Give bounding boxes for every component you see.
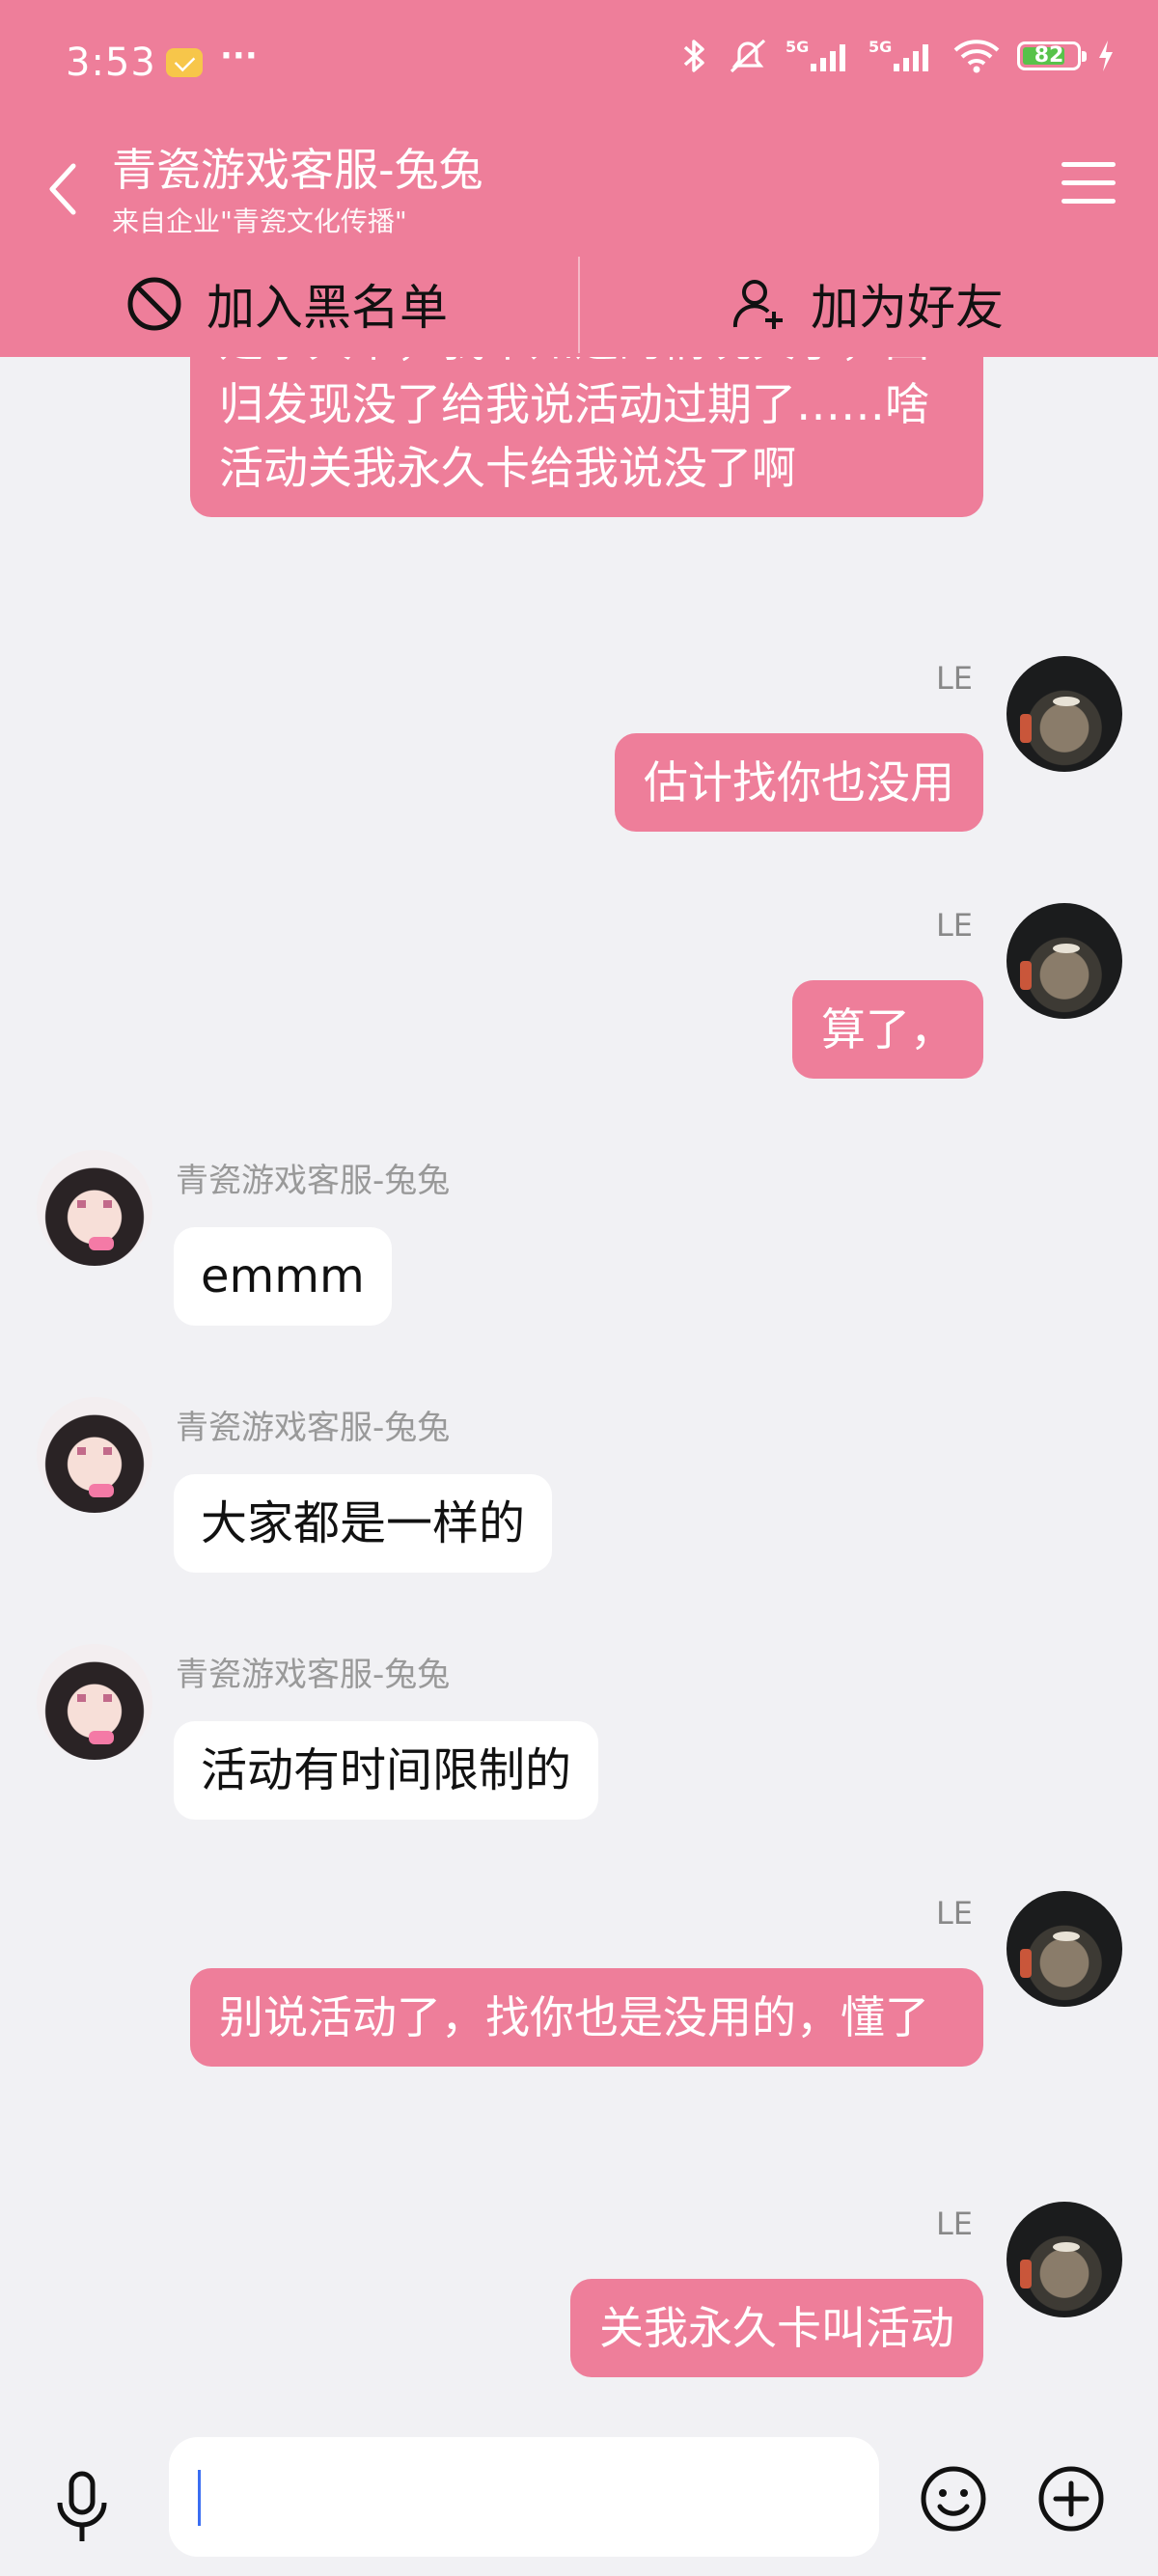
microphone-icon	[57, 2471, 107, 2541]
bluetooth-icon	[683, 40, 704, 72]
chevron-left-icon	[49, 163, 76, 215]
battery-icon: 82	[1017, 41, 1087, 70]
text-caret	[198, 2470, 201, 2526]
block-icon	[127, 277, 181, 331]
message-text: emmm	[201, 1249, 365, 1303]
signal-5g-icon-2: 5G	[868, 38, 928, 71]
message-bubble[interactable]: 大家都是一样的	[174, 1474, 553, 1573]
more-notifications-icon: ···	[220, 37, 258, 75]
message-text: 估计找你也没用	[644, 756, 954, 808]
user-avatar[interactable]	[1006, 656, 1122, 772]
sender-name: 青瓷游戏客服-兔兔	[176, 1409, 451, 1447]
add-friend-label: 加为好友	[811, 280, 1004, 336]
sender-name: LE	[935, 2206, 973, 2242]
message-bubble[interactable]: 关我永久卡叫活动	[570, 2279, 983, 2377]
menu-icon	[1062, 162, 1116, 167]
message-bubble[interactable]: emmm	[174, 1227, 392, 1326]
emoji-button[interactable]	[919, 2464, 988, 2534]
more-options-button[interactable]	[1036, 2464, 1106, 2534]
add-to-blacklist-label: 加入黑名单	[207, 280, 448, 336]
sender-name: LE	[935, 1895, 973, 1932]
message-bubble[interactable]: 别说活动了，找你也是没用的，懂了	[190, 1968, 983, 2067]
action-divider	[578, 257, 580, 353]
status-time: 3:53	[66, 41, 156, 85]
signal-5g-icon-1: 5G	[786, 38, 845, 71]
svg-text:5G: 5G	[868, 38, 892, 56]
sender-name: LE	[935, 907, 973, 944]
charging-icon	[1099, 41, 1113, 71]
message-bubble[interactable]: 活动有时间限制的	[174, 1721, 599, 1820]
message-bubble[interactable]: 是永久卡，我不知道的情况关了，回归发现没了给我说活动过期了……啥活动关我永久卡给…	[190, 357, 983, 517]
message-bubble[interactable]: 估计找你也没用	[615, 733, 983, 832]
add-to-blacklist-button[interactable]: 加入黑名单	[125, 251, 448, 357]
input-bar	[0, 2412, 1158, 2576]
sender-name: 青瓷游戏客服-兔兔	[176, 1162, 451, 1200]
chat-message-list[interactable]: 是永久卡，我不知道的情况关了，回归发现没了给我说活动过期了……啥活动关我永久卡给…	[0, 357, 1158, 2412]
message-text: 算了，	[821, 1003, 954, 1055]
plus-circle-icon	[1038, 2466, 1104, 2532]
battery-level: 82	[1034, 43, 1064, 68]
message-text: 活动有时间限制的	[201, 1743, 572, 1797]
silent-mode-icon	[730, 39, 766, 73]
status-icons: 5G 5G 82	[679, 37, 1116, 75]
chat-title: 青瓷游戏客服-兔兔	[112, 144, 483, 196]
add-user-icon	[732, 280, 783, 329]
sender-name: 青瓷游戏客服-兔兔	[176, 1656, 451, 1694]
message-input[interactable]	[169, 2437, 879, 2557]
wifi-icon	[953, 40, 1000, 73]
chat-header: 青瓷游戏客服-兔兔 来自企业"青瓷文化传播"	[0, 131, 1158, 251]
chat-subtitle: 来自企业"青瓷文化传播"	[112, 206, 407, 237]
agent-avatar[interactable]	[37, 1397, 152, 1513]
message-text: 是永久卡，我不知道的情况关了，回归发现没了给我说活动过期了……啥活动关我永久卡给…	[219, 357, 929, 494]
back-button[interactable]	[39, 151, 96, 228]
voice-input-button[interactable]	[48, 2470, 116, 2547]
user-avatar[interactable]	[1006, 903, 1122, 1019]
mail-notification-icon	[166, 48, 203, 77]
user-avatar[interactable]	[1006, 1891, 1122, 2007]
user-avatar[interactable]	[1006, 2202, 1122, 2317]
agent-avatar[interactable]	[37, 1150, 152, 1266]
message-text: 关我永久卡叫活动	[599, 2302, 954, 2354]
svg-text:5G: 5G	[786, 38, 809, 56]
message-bubble[interactable]: 算了，	[792, 980, 983, 1079]
message-text: 大家都是一样的	[201, 1496, 526, 1550]
action-bar: 加入黑名单 加为好友	[0, 251, 1158, 357]
add-friend-button[interactable]: 加为好友	[730, 251, 1004, 357]
message-text: 别说活动了，找你也是没用的，懂了	[219, 1991, 929, 2043]
smiley-icon	[921, 2466, 986, 2532]
agent-avatar[interactable]	[37, 1644, 152, 1760]
sender-name: LE	[935, 660, 973, 697]
menu-button[interactable]	[1062, 162, 1116, 208]
status-bar: 3:53 ··· 5G 5G 82	[0, 0, 1158, 131]
